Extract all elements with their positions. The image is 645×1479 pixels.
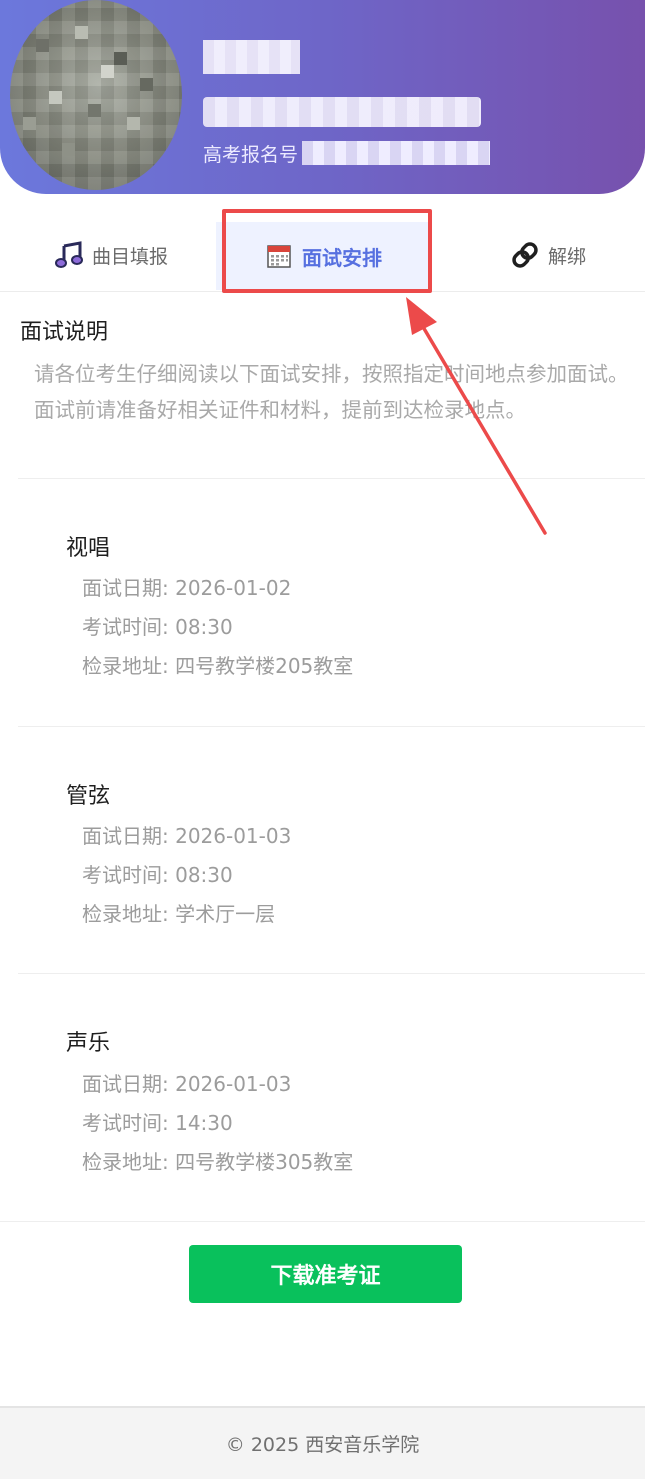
- user-name-masked: [203, 40, 300, 74]
- tab-unbind-label: 解绑: [547, 245, 586, 268]
- footer-copyright: © 2025 西安音乐学院: [225, 1434, 420, 1456]
- divider: [18, 478, 645, 479]
- section-title: 管弦: [66, 784, 111, 809]
- interview-date: 面试日期: 2026-01-03: [82, 1072, 292, 1096]
- footer: © 2025 西安音乐学院: [0, 1406, 645, 1479]
- divider: [18, 973, 645, 974]
- section-title: 声乐: [66, 1031, 111, 1056]
- profile-header: 高考报名号: [0, 0, 645, 194]
- section-title: 视唱: [66, 536, 111, 561]
- check-in-place: 检录地址: 学术厅一层: [82, 902, 276, 926]
- exam-time: 考试时间: 08:30: [82, 863, 233, 887]
- download-admission-ticket-button[interactable]: 下载准考证: [189, 1245, 462, 1303]
- interview-date: 面试日期: 2026-01-03: [82, 824, 292, 848]
- exam-time: 考试时间: 14:30: [82, 1111, 233, 1135]
- music-note-icon: [54, 240, 84, 270]
- notice-text: 请各位考生仔细阅读以下面试安排，按照指定时间地点参加面试。面试前请准备好相关证件…: [34, 362, 629, 422]
- exam-number-label: 高考报名号: [203, 143, 299, 166]
- check-in-place: 检录地址: 四号教学楼205教室: [82, 654, 354, 678]
- tab-unbind[interactable]: 解绑: [488, 222, 608, 288]
- avatar: [10, 0, 182, 190]
- exam-number-value-masked: [302, 141, 491, 165]
- annotation-highlight-box: [222, 209, 432, 293]
- divider: [18, 726, 645, 727]
- exam-number: 高考报名号: [203, 138, 491, 168]
- user-id-masked: [203, 97, 481, 127]
- exam-time: 考试时间: 08:30: [82, 615, 233, 639]
- tab-repertoire-label: 曲目填报: [91, 245, 168, 268]
- notice-title: 面试说明: [20, 320, 109, 345]
- link-icon: [510, 240, 540, 270]
- interview-date: 面试日期: 2026-01-02: [82, 576, 292, 600]
- tab-repertoire[interactable]: 曲目填报: [36, 222, 186, 288]
- check-in-place: 检录地址: 四号教学楼305教室: [82, 1150, 354, 1174]
- divider: [0, 1221, 645, 1222]
